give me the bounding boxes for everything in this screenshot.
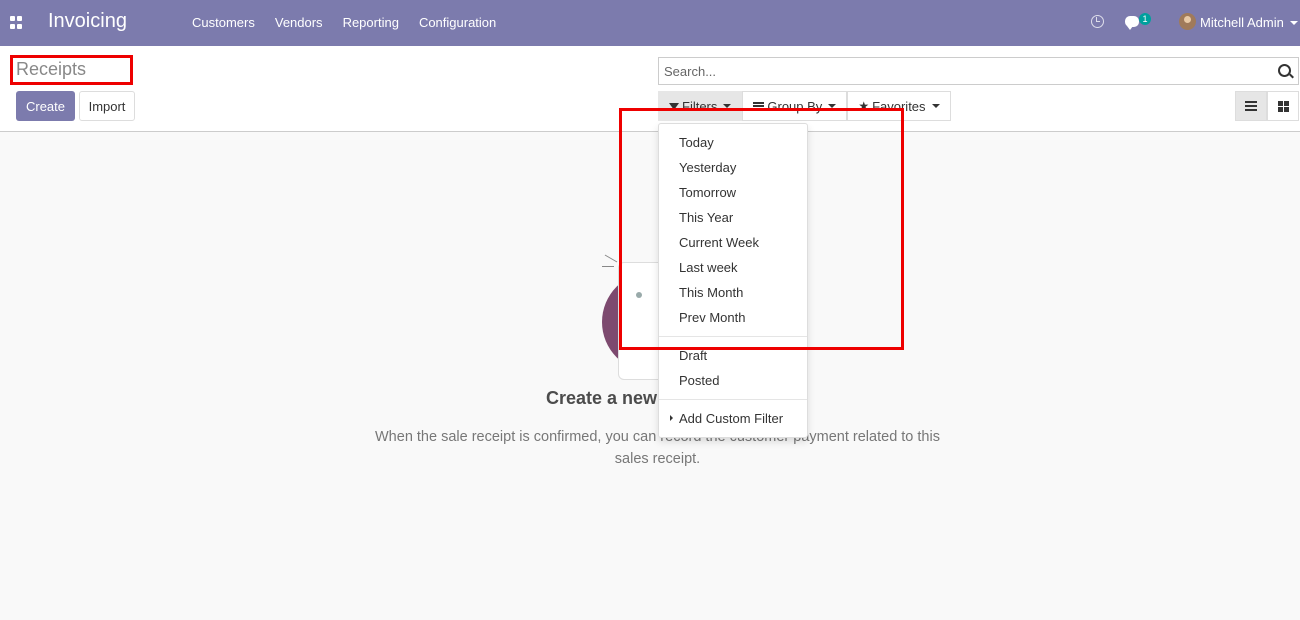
create-button[interactable]: Create <box>16 91 75 121</box>
kanban-view-icon <box>1277 100 1289 112</box>
apps-menu-icon[interactable] <box>10 16 23 29</box>
caret-down-icon[interactable] <box>1290 21 1298 25</box>
user-menu-name[interactable]: Mitchell Admin <box>1200 15 1284 30</box>
add-custom-filter-label: Add Custom Filter <box>679 411 784 426</box>
menu-item-configuration[interactable]: Configuration <box>409 15 506 30</box>
top-navbar: Invoicing Customers Vendors Reporting Co… <box>0 0 1300 46</box>
add-custom-filter-item[interactable]: Add Custom Filter <box>659 406 807 431</box>
import-button[interactable]: Import <box>79 91 135 121</box>
activity-clock-icon[interactable] <box>1091 15 1104 28</box>
messaging-icon[interactable] <box>1125 16 1139 30</box>
filter-item-posted[interactable]: Posted <box>659 368 807 393</box>
list-view-icon <box>1245 101 1257 111</box>
highlight-box-title <box>10 55 133 85</box>
empty-state-title: Create a new <box>546 388 658 408</box>
search-input[interactable] <box>659 58 1259 84</box>
menu-item-vendors[interactable]: Vendors <box>265 15 333 30</box>
illustration-dash <box>604 254 618 263</box>
search-icon[interactable] <box>1278 64 1291 77</box>
caret-right-icon <box>670 415 673 421</box>
view-switcher <box>1235 91 1299 121</box>
search-box <box>658 57 1299 85</box>
list-view-button[interactable] <box>1235 91 1267 121</box>
dropdown-divider <box>659 399 807 400</box>
menu-item-customers[interactable]: Customers <box>182 15 265 30</box>
app-brand[interactable]: Invoicing <box>48 10 127 33</box>
menu-item-reporting[interactable]: Reporting <box>333 15 409 30</box>
main-menu: Customers Vendors Reporting Configuratio… <box>182 15 506 30</box>
illustration-dash <box>602 266 614 267</box>
empty-state-help-line: sales receipt. <box>614 451 701 467</box>
caret-down-icon <box>931 104 940 108</box>
message-count-badge: 1 <box>1139 13 1151 25</box>
kanban-view-button[interactable] <box>1267 91 1299 121</box>
highlight-box-filters <box>619 108 904 350</box>
user-avatar[interactable] <box>1179 13 1196 30</box>
